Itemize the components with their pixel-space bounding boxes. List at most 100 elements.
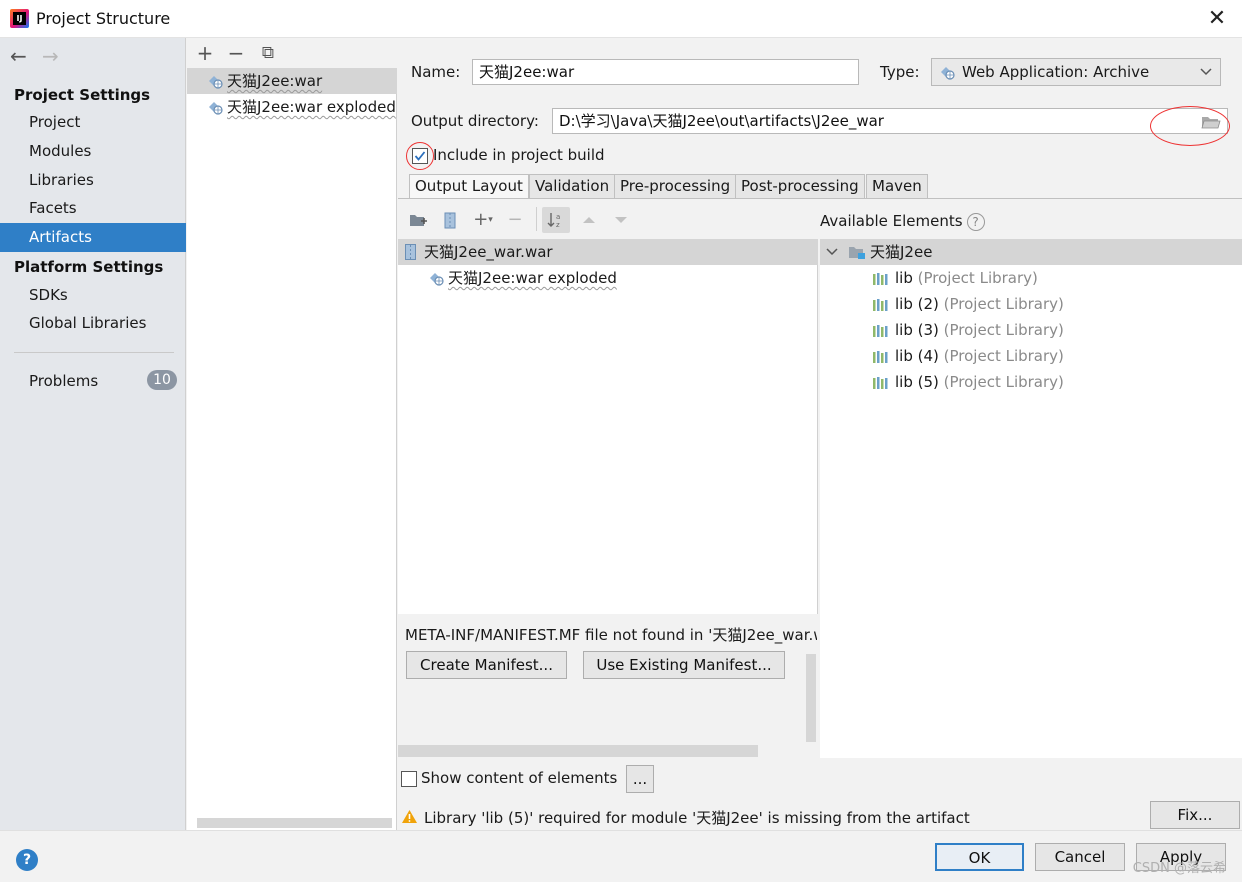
web-artifact-icon xyxy=(941,67,955,80)
library-icon xyxy=(873,298,888,311)
artifact-list-item[interactable]: 天猫J2ee:war xyxy=(187,68,397,94)
back-arrow-icon[interactable]: ← xyxy=(10,44,27,68)
annotation-circle xyxy=(406,142,434,170)
title-bar: IJ Project Structure ✕ xyxy=(0,0,1242,38)
layout-horizontal-scrollbar[interactable] xyxy=(398,745,758,757)
sidebar-item-modules[interactable]: Modules xyxy=(0,137,186,166)
sidebar-item-global-libraries[interactable]: Global Libraries xyxy=(0,309,186,338)
artifact-list-panel: + − ⧉ 天猫J2ee:war 天猫J2ee:war exploded xyxy=(187,38,397,830)
output-layout-tree: +▾ − a z 天猫J2ee_war.war 天猫J2ee:war explo… xyxy=(398,199,818,614)
available-library-row[interactable]: lib (2) (Project Library) xyxy=(872,291,1064,317)
platform-settings-header: Platform Settings xyxy=(14,258,164,276)
project-settings-header: Project Settings xyxy=(14,86,151,104)
layout-toolbar: +▾ − a z xyxy=(398,199,818,239)
available-library-row[interactable]: lib (3) (Project Library) xyxy=(872,317,1064,343)
type-combobox[interactable]: Web Application: Archive xyxy=(931,58,1221,86)
chevron-down-icon xyxy=(1200,68,1212,76)
artifact-list-scrollbar[interactable] xyxy=(197,818,392,828)
forward-arrow-icon[interactable]: → xyxy=(42,44,59,68)
sidebar-item-libraries[interactable]: Libraries xyxy=(0,166,186,195)
window-title: Project Structure xyxy=(36,9,171,28)
archive-icon[interactable] xyxy=(444,212,456,229)
available-module-row[interactable]: 天猫J2ee xyxy=(820,239,1242,265)
artifact-settings-panel: Name: 天猫J2ee:war Type: Web Application: … xyxy=(398,38,1242,830)
use-existing-manifest-button[interactable]: Use Existing Manifest... xyxy=(583,651,785,679)
web-artifact-icon xyxy=(209,76,223,89)
create-manifest-button[interactable]: Create Manifest... xyxy=(406,651,567,679)
library-icon xyxy=(873,350,888,363)
tab-validation[interactable]: Validation xyxy=(529,174,616,198)
library-type: (Project Library) xyxy=(917,269,1038,287)
settings-sidebar: ← → Project Settings Project Modules Lib… xyxy=(0,38,186,830)
sidebar-item-project[interactable]: Project xyxy=(0,108,186,137)
new-directory-icon[interactable] xyxy=(409,213,427,228)
artifact-label: 天猫J2ee:war xyxy=(227,72,323,90)
dialog-footer: ? OK Cancel Apply CSDN @落云希 xyxy=(0,830,1242,882)
fix-button[interactable]: Fix... xyxy=(1150,801,1240,829)
manifest-scrollbar[interactable] xyxy=(806,654,816,742)
library-name: lib (3) xyxy=(895,321,939,339)
copy-artifact-icon[interactable]: ⧉ xyxy=(257,41,279,65)
available-library-row[interactable]: lib (4) (Project Library) xyxy=(872,343,1064,369)
library-icon xyxy=(873,324,888,337)
show-content-checkbox[interactable] xyxy=(401,771,417,787)
tab-post-processing[interactable]: Post-processing xyxy=(735,174,865,198)
manifest-panel: META-INF/MANIFEST.MF file not found in '… xyxy=(398,614,818,744)
library-type: (Project Library) xyxy=(943,373,1064,391)
tab-output-layout[interactable]: Output Layout xyxy=(409,174,529,200)
toolbar-separator xyxy=(536,207,537,231)
available-library-row[interactable]: lib (Project Library) xyxy=(872,265,1038,291)
available-library-row[interactable]: lib (5) (Project Library) xyxy=(872,369,1064,395)
show-content-options-button[interactable]: ... xyxy=(626,765,654,793)
library-type: (Project Library) xyxy=(943,347,1064,365)
sort-alphabetically-icon: a z xyxy=(547,213,560,229)
web-artifact-icon xyxy=(430,273,444,286)
move-down-icon[interactable] xyxy=(614,216,628,224)
tab-pre-processing[interactable]: Pre-processing xyxy=(614,174,737,198)
layout-tree-root[interactable]: 天猫J2ee_war.war xyxy=(398,239,818,265)
web-artifact-icon xyxy=(209,102,223,115)
tab-maven[interactable]: Maven xyxy=(866,174,928,198)
ok-button[interactable]: OK xyxy=(935,843,1024,871)
warning-icon xyxy=(402,810,417,823)
add-artifact-icon[interactable]: + xyxy=(194,41,216,65)
module-folder-icon xyxy=(849,247,865,259)
add-element-icon[interactable]: +▾ xyxy=(472,209,494,231)
remove-artifact-icon[interactable]: − xyxy=(225,41,247,65)
library-name: lib (2) xyxy=(895,295,939,313)
missing-library-warning: Library 'lib (5)' required for module '天… xyxy=(424,809,970,827)
output-directory-label: Output directory: xyxy=(411,112,539,130)
sidebar-item-sdks[interactable]: SDKs xyxy=(0,281,186,310)
help-icon[interactable]: ? xyxy=(966,212,985,231)
artifact-list-item[interactable]: 天猫J2ee:war exploded xyxy=(187,94,397,120)
sidebar-item-facets[interactable]: Facets xyxy=(0,194,186,223)
remove-element-icon[interactable]: − xyxy=(504,209,526,231)
artifact-label: 天猫J2ee:war exploded xyxy=(227,98,396,116)
type-value: Web Application: Archive xyxy=(962,63,1150,81)
archive-icon xyxy=(405,244,416,260)
move-up-icon[interactable] xyxy=(582,216,596,224)
problems-count-badge: 10 xyxy=(147,370,177,390)
available-elements-tree: 天猫J2ee lib (Project Library) lib (2) (Pr… xyxy=(820,239,1242,758)
library-name: lib (4) xyxy=(895,347,939,365)
sort-elements-button[interactable]: a z xyxy=(542,207,570,233)
show-content-label: Show content of elements xyxy=(421,769,618,787)
available-elements-title: Available Elements xyxy=(820,212,963,230)
sidebar-divider xyxy=(14,352,174,353)
intellij-app-icon: IJ xyxy=(10,9,29,28)
sidebar-item-artifacts[interactable]: Artifacts xyxy=(0,223,186,252)
annotation-circle xyxy=(1150,106,1230,146)
layout-tree-child[interactable]: 天猫J2ee:war exploded xyxy=(398,265,818,291)
help-button[interactable]: ? xyxy=(16,849,38,871)
output-directory-field[interactable]: D:\学习\Java\天猫J2ee\out\artifacts\J2ee_war xyxy=(552,108,1228,134)
cancel-button[interactable]: Cancel xyxy=(1035,843,1125,871)
layout-root-label: 天猫J2ee_war.war xyxy=(424,243,553,261)
library-name: lib xyxy=(895,269,913,287)
library-name: lib (5) xyxy=(895,373,939,391)
type-label: Type: xyxy=(880,63,920,81)
name-field[interactable]: 天猫J2ee:war xyxy=(472,59,859,85)
chevron-down-icon[interactable] xyxy=(826,248,838,256)
close-icon[interactable]: ✕ xyxy=(1204,6,1230,32)
manifest-missing-message: META-INF/MANIFEST.MF file not found in '… xyxy=(405,626,817,644)
library-type: (Project Library) xyxy=(943,295,1064,313)
